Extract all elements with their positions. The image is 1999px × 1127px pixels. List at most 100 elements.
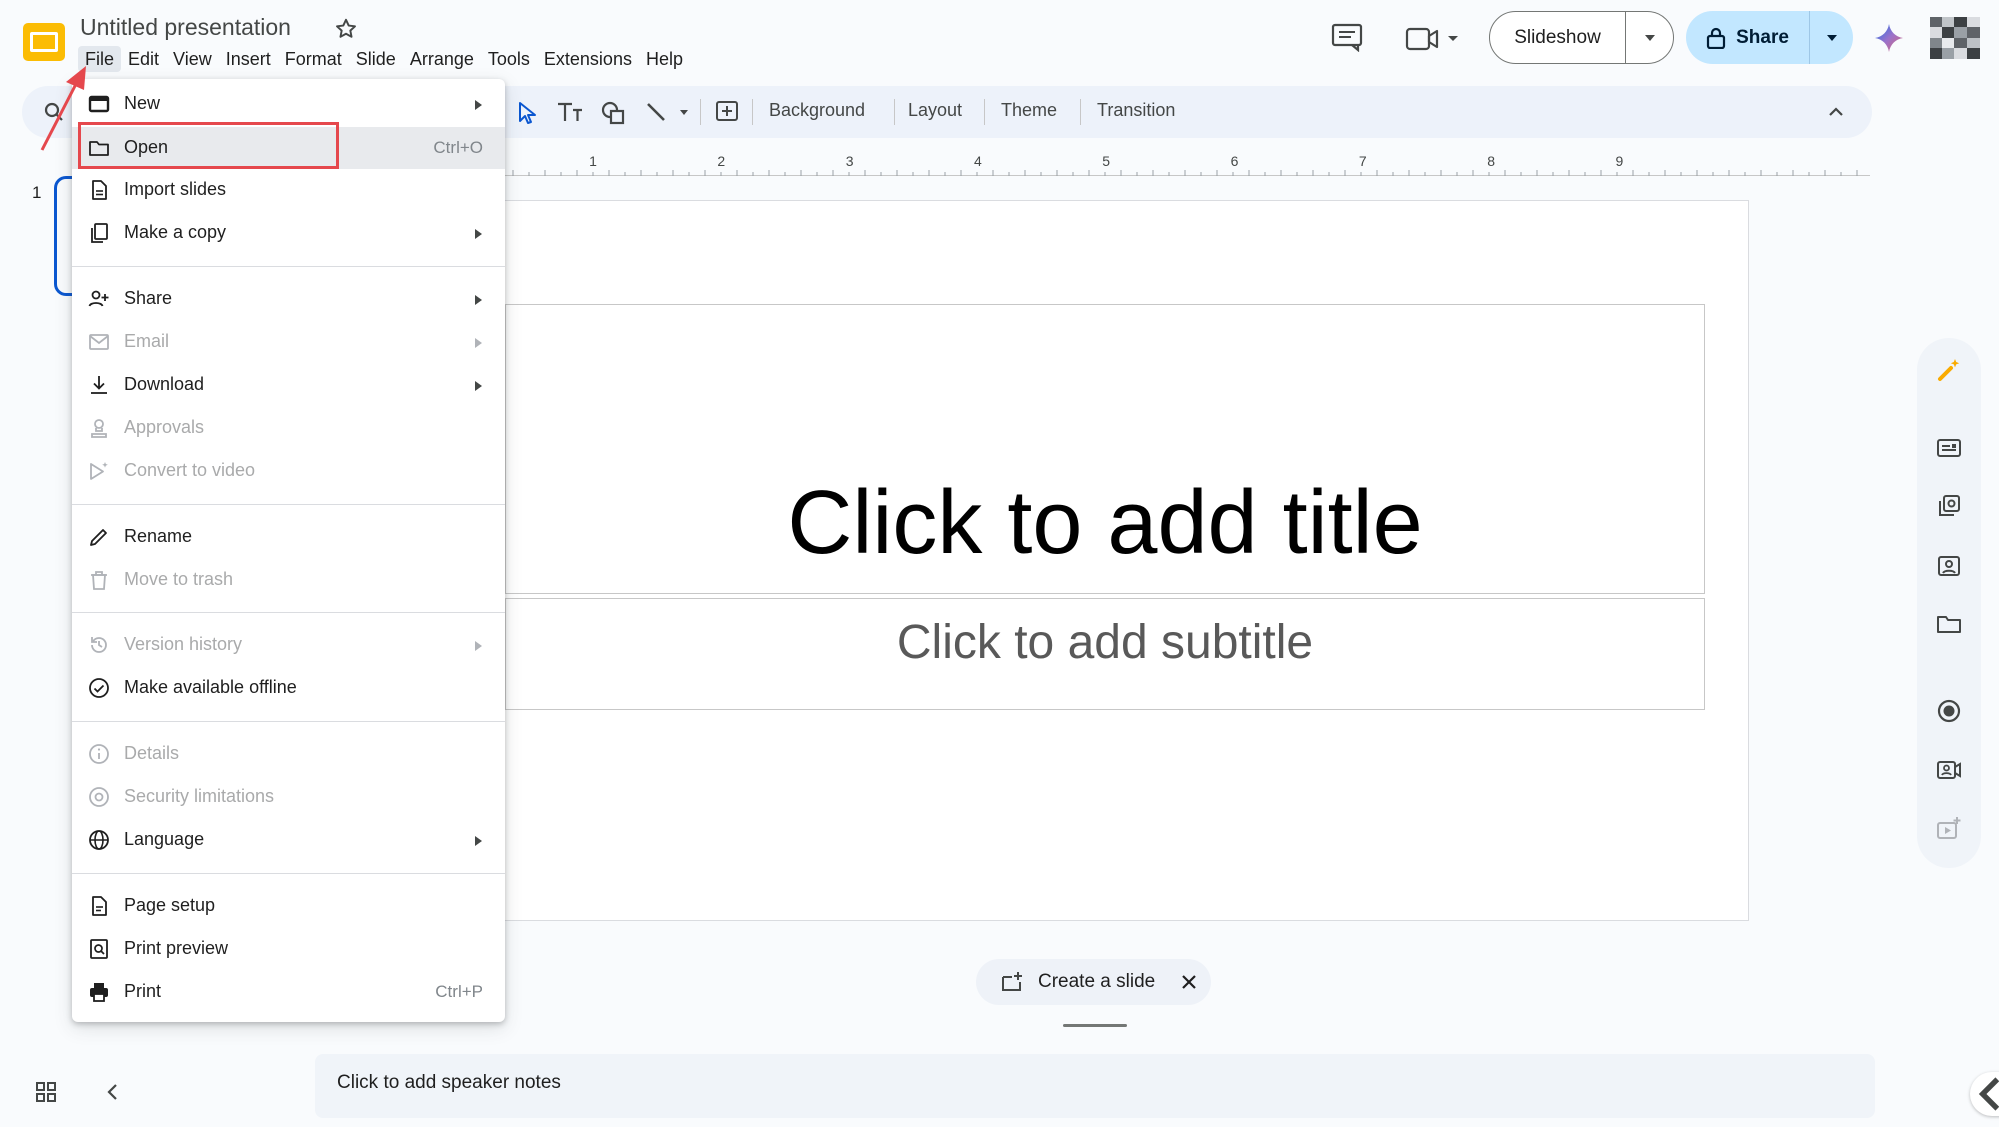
file-menu-import-slides[interactable]: Import slides [72,169,505,211]
toolbar-divider [894,99,895,125]
avatar[interactable] [1930,17,1980,59]
add-video-icon[interactable] [1935,815,1963,843]
page-setup-icon [88,895,110,917]
menu-tools[interactable]: Tools [481,46,537,72]
file-menu-convert-to-video[interactable]: Convert to video [72,450,505,492]
chevron-down-icon [1644,34,1655,41]
slides-logo-icon[interactable] [22,22,66,62]
file-menu-print-preview[interactable]: Print preview [72,928,505,970]
submenu-arrow-icon [473,293,483,305]
present-video-icon[interactable] [1935,756,1963,784]
menu-arrange[interactable]: Arrange [403,46,481,72]
toolbar-divider [700,99,701,125]
slideshow-options-button[interactable] [1625,12,1673,63]
layout-button[interactable]: Layout [908,100,962,121]
menu-extensions[interactable]: Extensions [537,46,639,72]
menu-item-shortcut: Ctrl+P [435,982,483,1001]
file-menu-language[interactable]: Language [72,819,505,861]
close-icon[interactable] [1179,972,1199,992]
menu-item-shortcut: Ctrl+O [433,138,483,157]
file-menu-print[interactable]: Print Ctrl+P [72,971,505,1013]
share-options-button[interactable] [1809,11,1853,64]
slide-subtitle-placeholder: Click to add subtitle [896,616,1314,669]
magic-brush-icon[interactable] [1935,356,1963,384]
globe-icon [88,829,110,851]
slideshow-button[interactable]: Slideshow [1490,12,1625,63]
subtitle-placeholder-box[interactable]: Click to add subtitle [505,598,1705,710]
file-menu-new[interactable]: New [72,83,505,125]
ruler-tick-label: 9 [1616,153,1624,169]
line-tool-icon[interactable] [644,100,692,124]
background-button[interactable]: Background [769,100,865,121]
transition-button[interactable]: Transition [1097,100,1175,121]
menu-item-label: Language [124,829,205,849]
ruler-tick-label: 2 [717,153,725,169]
document-title[interactable]: Untitled presentation [80,14,291,41]
horizontal-ruler[interactable]: 1 2 3 4 5 6 7 8 9 [505,150,1870,176]
collapse-toolbar-icon[interactable] [1826,102,1846,122]
speaker-notes-panel-icon[interactable] [1935,434,1963,462]
speaker-notes[interactable]: Click to add speaker notes [315,1054,1875,1118]
notes-resize-handle[interactable] [1063,1024,1127,1027]
menu-item-label: Import slides [124,179,227,199]
contacts-icon[interactable] [1935,552,1963,580]
file-menu-version-history[interactable]: Version history [72,624,505,666]
chevron-left-icon[interactable] [104,1082,122,1102]
record-icon[interactable] [1935,697,1963,725]
folder-icon[interactable] [1935,610,1963,638]
menu-edit[interactable]: Edit [121,46,166,72]
menu-insert[interactable]: Insert [219,46,278,72]
file-menu-make-available-offline[interactable]: Make available offline [72,667,505,709]
file-menu-make-a-copy[interactable]: Make a copy [72,212,505,254]
star-icon[interactable] [333,16,359,42]
grid-view-icon[interactable] [34,1080,58,1104]
menu-item-label: Download [124,374,205,394]
text-box-icon[interactable] [556,100,584,124]
expand-side-panel-button[interactable] [1970,1072,1999,1116]
menu-help[interactable]: Help [639,46,690,72]
select-cursor-icon[interactable] [514,100,538,126]
file-menu-security-limitations[interactable]: Security limitations [72,776,505,818]
menu-slide[interactable]: Slide [349,46,403,72]
meet-video-icon[interactable] [1404,24,1462,54]
gemini-icon[interactable] [1873,22,1905,54]
menu-item-label: Page setup [124,895,216,915]
lock-icon [1706,27,1726,49]
file-menu-move-to-trash[interactable]: Move to trash [72,559,505,601]
history-icon [88,634,110,656]
ruler-tick-label: 4 [974,153,982,169]
create-slide-chip[interactable]: Create a slide [976,959,1211,1005]
info-icon [88,743,110,765]
video-icon [88,460,110,482]
download-icon [88,374,110,396]
submenu-arrow-icon [473,98,483,110]
ruler-tick-label: 5 [1102,153,1110,169]
title-placeholder-box[interactable]: Click to add title [505,304,1705,594]
file-menu-rename[interactable]: Rename [72,516,505,558]
menu-item-label: New [124,93,161,113]
stacked-slides-icon[interactable] [1935,492,1963,520]
share-button[interactable]: Share [1686,11,1809,64]
print-preview-icon [88,938,110,960]
add-comment-icon[interactable] [714,100,740,124]
ruler-tick-label: 7 [1359,153,1367,169]
submenu-arrow-icon [473,834,483,846]
submenu-arrow-icon [473,336,483,348]
file-menu-email[interactable]: Email [72,321,505,363]
file-menu-page-setup[interactable]: Page setup [72,885,505,927]
menu-item-label: Move to trash [124,569,234,589]
menu-item-label: Print preview [124,938,229,958]
slideshow-button-group: Slideshow [1489,11,1674,64]
file-menu-share[interactable]: Share [72,278,505,320]
menu-view[interactable]: View [166,46,219,72]
file-menu-approvals[interactable]: Approvals [72,407,505,449]
file-menu-download[interactable]: Download [72,364,505,406]
theme-button[interactable]: Theme [1001,100,1057,121]
comments-icon[interactable] [1330,22,1364,52]
file-menu-details[interactable]: Details [72,733,505,775]
ruler-tick-label: 8 [1487,153,1495,169]
menu-format[interactable]: Format [278,46,349,72]
shapes-icon[interactable] [600,100,626,126]
share-label: Share [1736,26,1789,48]
menu-item-label: Make available offline [124,677,297,697]
